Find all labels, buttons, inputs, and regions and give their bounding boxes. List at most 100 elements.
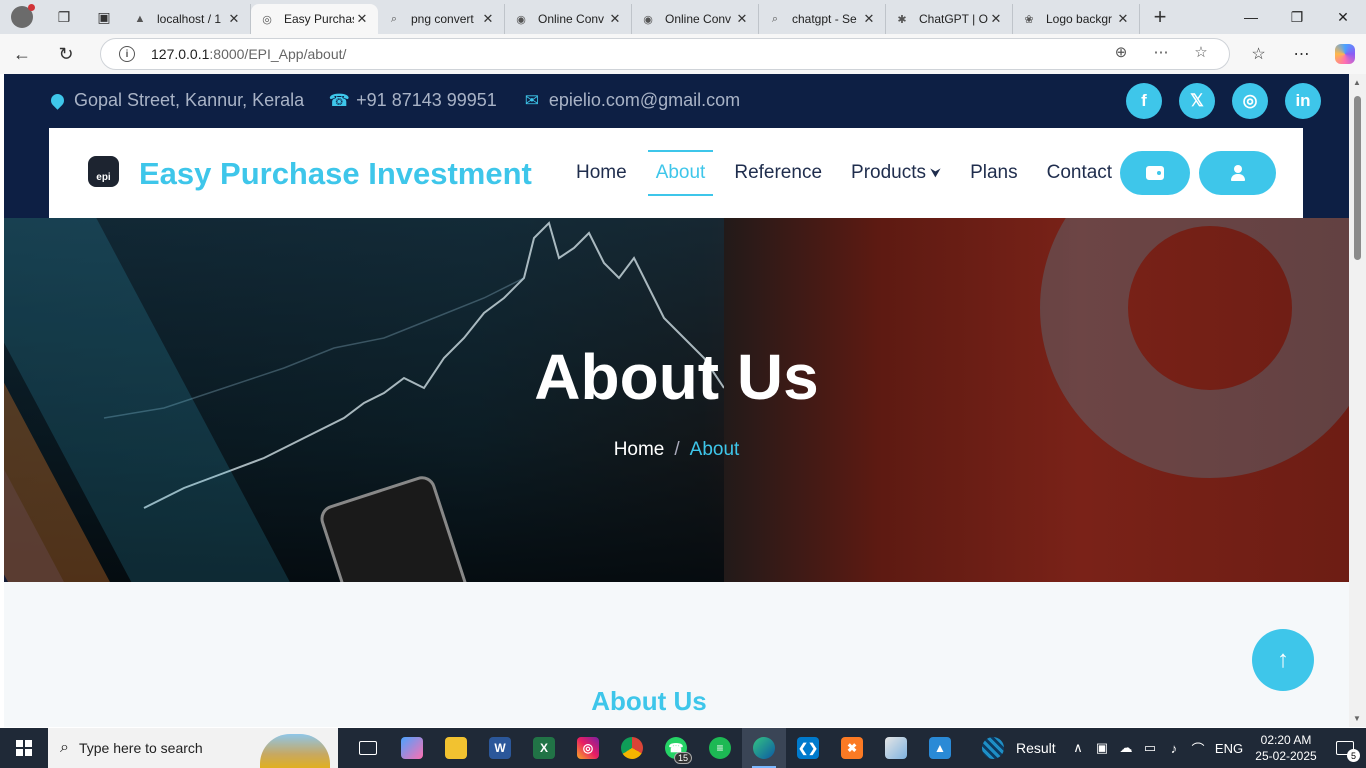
file-explorer-icon[interactable] — [434, 728, 478, 768]
tab-chatgpt[interactable]: ✱ ChatGPT | O ✕ — [886, 4, 1013, 34]
phone-text[interactable]: +91 87143 99951 — [356, 90, 497, 111]
tab-logo-background[interactable]: ❀ Logo backgr ✕ — [1013, 4, 1140, 34]
nav-about[interactable]: About — [647, 150, 714, 196]
breadcrumb: Home / About — [613, 439, 740, 460]
openai-icon: ❀ — [1024, 13, 1034, 26]
breadcrumb-home[interactable]: Home — [614, 439, 665, 460]
restore-icon[interactable]: ❐ — [1274, 0, 1320, 34]
workspaces-icon[interactable]: ❐ — [44, 0, 84, 34]
favorite-star-icon[interactable]: ☆ — [1181, 43, 1221, 61]
battery-icon[interactable]: ▭ — [1138, 740, 1162, 756]
new-tab-button[interactable]: + — [1140, 0, 1180, 34]
whatsapp-icon[interactable]: ☎ 15 — [654, 728, 698, 768]
instagram-app-icon[interactable]: ◎ — [566, 728, 610, 768]
copilot-app-icon[interactable] — [390, 728, 434, 768]
page-scrollbar[interactable]: ▲ ▼ — [1349, 74, 1366, 727]
url-path: :8000/EPI_App/about/ — [209, 46, 347, 62]
phpmyadmin-icon: ▲ — [134, 13, 146, 25]
scroll-up-icon[interactable]: ▲ — [1353, 78, 1361, 87]
tab-online-conv-2[interactable]: ◉ Online Conv ✕ — [632, 4, 759, 34]
address-bar[interactable]: i 127.0.0.1:8000/EPI_App/about/ ⊕ ⋯ ☆ — [100, 38, 1230, 70]
user-icon — [1230, 165, 1246, 181]
top-header: Gopal Street, Kannur, Kerala ☎ +91 87143… — [4, 74, 1349, 218]
excel-icon[interactable]: X — [522, 728, 566, 768]
clock[interactable]: 02:20 AM 25-02-2025 — [1248, 732, 1324, 764]
scroll-down-icon[interactable]: ▼ — [1353, 714, 1361, 723]
nav-reference[interactable]: Reference — [726, 150, 830, 196]
chevron-up-icon[interactable]: ∧ — [1066, 740, 1090, 756]
start-button[interactable] — [0, 728, 48, 768]
zoom-icon[interactable]: ⊕ — [1101, 43, 1141, 61]
user-account-button[interactable] — [1199, 151, 1276, 195]
tab-chatgpt-search[interactable]: ⌕ chatgpt - Se ✕ — [759, 4, 886, 34]
photos-icon[interactable]: ▲ — [918, 728, 962, 768]
profile-avatar — [11, 4, 35, 28]
window-controls: — ❐ ✕ — [1228, 0, 1366, 34]
search-highlight-image — [260, 734, 330, 768]
favorites-icon[interactable]: ☆ — [1237, 34, 1280, 74]
volume-icon[interactable]: ♪ — [1162, 741, 1186, 756]
camera-icon[interactable]: ▣ — [1090, 740, 1114, 756]
close-icon[interactable]: ✕ — [988, 11, 1004, 27]
spotify-icon[interactable]: ≡ — [698, 728, 742, 768]
close-icon[interactable]: ✕ — [607, 11, 623, 27]
site-logo[interactable]: epi — [88, 156, 119, 187]
taskbar-search[interactable]: ⌕ Type here to search — [48, 728, 338, 768]
close-icon[interactable]: ✕ — [734, 11, 750, 27]
paint-icon[interactable] — [874, 728, 918, 768]
search-icon: ⌕ — [60, 739, 69, 756]
nav-home[interactable]: Home — [568, 150, 635, 196]
tab-localhost[interactable]: ▲ localhost / 1 ✕ — [124, 4, 251, 34]
close-icon[interactable]: ✕ — [480, 11, 496, 27]
contact-info: Gopal Street, Kannur, Kerala ☎ +91 87143… — [47, 90, 766, 111]
refresh-icon[interactable]: ↻ — [44, 34, 88, 74]
nav-plans[interactable]: Plans — [962, 150, 1026, 196]
tab-online-conv-1[interactable]: ◉ Online Conv ✕ — [505, 4, 632, 34]
chatgpt-icon: ✱ — [897, 13, 907, 26]
nav-contact[interactable]: Contact — [1039, 150, 1120, 196]
wallet-button[interactable] — [1120, 151, 1190, 195]
close-icon[interactable]: ✕ — [226, 11, 242, 27]
back-icon[interactable]: ← — [0, 34, 44, 74]
scrollbar-thumb[interactable] — [1354, 96, 1361, 260]
close-icon[interactable]: ✕ — [1115, 11, 1131, 27]
facebook-icon[interactable]: f — [1126, 83, 1162, 119]
brand-name[interactable]: Easy Purchase Investment — [139, 156, 532, 192]
result-widget[interactable]: Result — [982, 737, 1056, 759]
search-icon: ⌕ — [771, 12, 779, 25]
linkedin-icon[interactable]: in — [1285, 83, 1321, 119]
envelope-icon: ✉ — [524, 90, 539, 110]
more-menu-icon[interactable]: ⋯ — [1280, 34, 1323, 74]
address-text: Gopal Street, Kannur, Kerala — [74, 90, 305, 110]
profile-button[interactable] — [0, 0, 44, 34]
section-heading: About Us — [591, 686, 707, 716]
close-icon[interactable]: ✕ — [861, 11, 877, 27]
site-info-icon[interactable]: i — [119, 46, 135, 62]
tab-easy-purchase[interactable]: ◎ Easy Purchas ✕ — [251, 4, 378, 34]
language-indicator[interactable]: ENG — [1210, 741, 1248, 756]
email-text[interactable]: epielio.com@gmail.com — [549, 90, 740, 111]
close-icon[interactable]: ✕ — [354, 11, 370, 27]
tab-actions-icon[interactable]: ▣ — [84, 0, 124, 34]
nav-products[interactable]: Products ⮟ — [843, 150, 949, 196]
edge-icon[interactable] — [742, 728, 786, 768]
notification-center-icon[interactable]: 5 — [1324, 728, 1366, 768]
chrome-icon[interactable] — [610, 728, 654, 768]
back-to-top-button[interactable]: ↑ — [1252, 629, 1314, 691]
cloud-icon[interactable]: ☁ — [1114, 740, 1138, 756]
xampp-icon[interactable]: ✖ — [830, 728, 874, 768]
minimize-icon[interactable]: — — [1228, 0, 1274, 34]
location-pin-icon — [47, 91, 67, 110]
task-view-icon[interactable] — [346, 728, 390, 768]
read-aloud-icon[interactable]: ⋯ — [1141, 43, 1181, 61]
wifi-icon[interactable]: ⌒ — [1186, 739, 1210, 758]
pinned-apps: W X ◎ ☎ 15 ≡ ❮❯ ✖ ▲ — [346, 728, 962, 768]
instagram-icon[interactable]: ◎ — [1232, 83, 1268, 119]
vscode-icon[interactable]: ❮❯ — [786, 728, 830, 768]
close-window-icon[interactable]: ✕ — [1320, 0, 1366, 34]
tab-png-convert[interactable]: ⌕ png convert ✕ — [378, 4, 505, 34]
twitter-icon[interactable]: 𝕏 — [1179, 83, 1215, 119]
arrow-up-icon: ↑ — [1277, 646, 1289, 673]
word-icon[interactable]: W — [478, 728, 522, 768]
copilot-icon[interactable] — [1323, 34, 1366, 74]
